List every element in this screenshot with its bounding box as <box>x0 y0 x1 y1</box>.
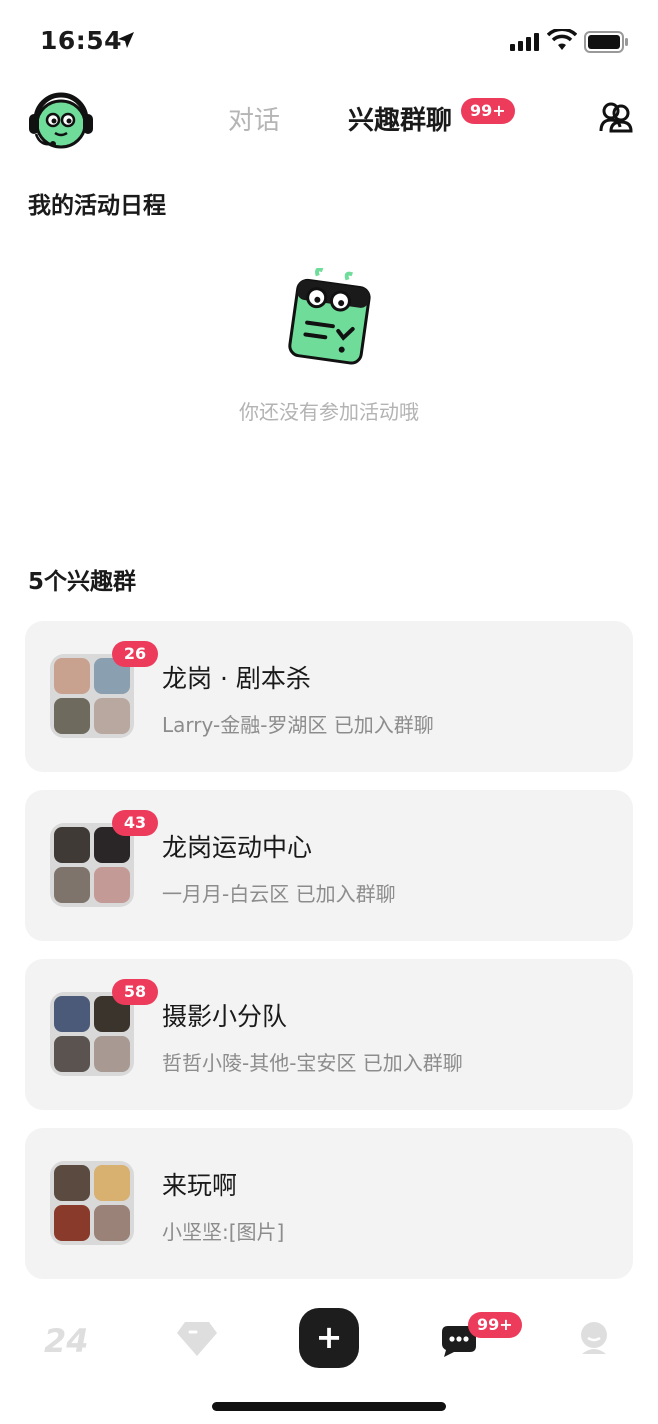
group-card[interactable]: 58 摄影小分队 哲哲小陵-其他-宝安区 已加入群聊 <box>25 959 633 1110</box>
mascot-avatar-icon[interactable] <box>26 90 96 152</box>
groups-section-title: 5个兴趣群 <box>28 569 137 595</box>
bottom-nav: 24 + 99+ <box>0 1296 658 1386</box>
add-button[interactable]: + <box>299 1308 359 1368</box>
home-indicator <box>212 1402 446 1411</box>
avatar <box>54 658 90 694</box>
contacts-icon[interactable] <box>598 100 634 134</box>
empty-activity-text: 你还没有参加活动哦 <box>239 400 419 424</box>
unread-count-badge: 43 <box>112 810 158 836</box>
group-card[interactable]: 26 龙岗 · 剧本杀 Larry-金融-罗湖区 已加入群聊 <box>25 621 633 772</box>
wifi-icon <box>547 29 577 50</box>
avatar <box>54 827 90 863</box>
avatar <box>54 1205 90 1241</box>
status-bar: 16:54 <box>0 0 658 80</box>
avatar <box>54 996 90 1032</box>
avatar <box>94 1036 130 1072</box>
avatar <box>54 867 90 903</box>
profile-icon[interactable] <box>576 1320 612 1356</box>
group-name: 摄影小分队 <box>162 1002 288 1031</box>
top-header: 对话 兴趣群聊 99+ <box>0 84 658 154</box>
group-name: 来玩啊 <box>162 1171 238 1200</box>
group-last-message: 一月月-白云区 已加入群聊 <box>162 882 396 906</box>
avatar <box>54 1165 90 1201</box>
activity-section-title: 我的活动日程 <box>28 193 166 219</box>
tab-dialog[interactable]: 对话 <box>228 100 280 137</box>
avatar <box>54 698 90 734</box>
group-avatar-grid <box>50 1161 134 1245</box>
group-card[interactable]: 43 龙岗运动中心 一月月-白云区 已加入群聊 <box>25 790 633 941</box>
tab-interest-groups[interactable]: 兴趣群聊 <box>348 100 452 137</box>
add-label: + <box>315 1318 343 1356</box>
group-last-message: Larry-金融-罗湖区 已加入群聊 <box>162 713 434 737</box>
group-card[interactable]: 来玩啊 小坚坚:[图片] <box>25 1128 633 1279</box>
nav-home-logo[interactable]: 24 <box>44 1322 89 1360</box>
group-last-message: 哲哲小陵-其他-宝安区 已加入群聊 <box>162 1051 463 1075</box>
cellular-signal-icon <box>510 33 539 51</box>
chat-unread-badge: 99+ <box>468 1312 522 1338</box>
status-time: 16:54 <box>40 26 123 55</box>
avatar <box>54 1036 90 1072</box>
avatar <box>94 698 130 734</box>
groups-unread-badge: 99+ <box>461 98 515 124</box>
group-name: 龙岗 · 剧本杀 <box>162 664 311 693</box>
avatar <box>94 867 130 903</box>
empty-calendar-illustration <box>288 268 371 365</box>
unread-count-badge: 58 <box>112 979 158 1005</box>
group-name: 龙岗运动中心 <box>162 833 313 862</box>
avatar <box>94 1165 130 1201</box>
unread-count-badge: 26 <box>112 641 158 667</box>
battery-icon <box>584 31 628 53</box>
location-arrow-icon <box>118 32 134 48</box>
group-last-message: 小坚坚:[图片] <box>162 1220 285 1244</box>
diamond-icon[interactable] <box>176 1320 218 1358</box>
avatar <box>94 1205 130 1241</box>
